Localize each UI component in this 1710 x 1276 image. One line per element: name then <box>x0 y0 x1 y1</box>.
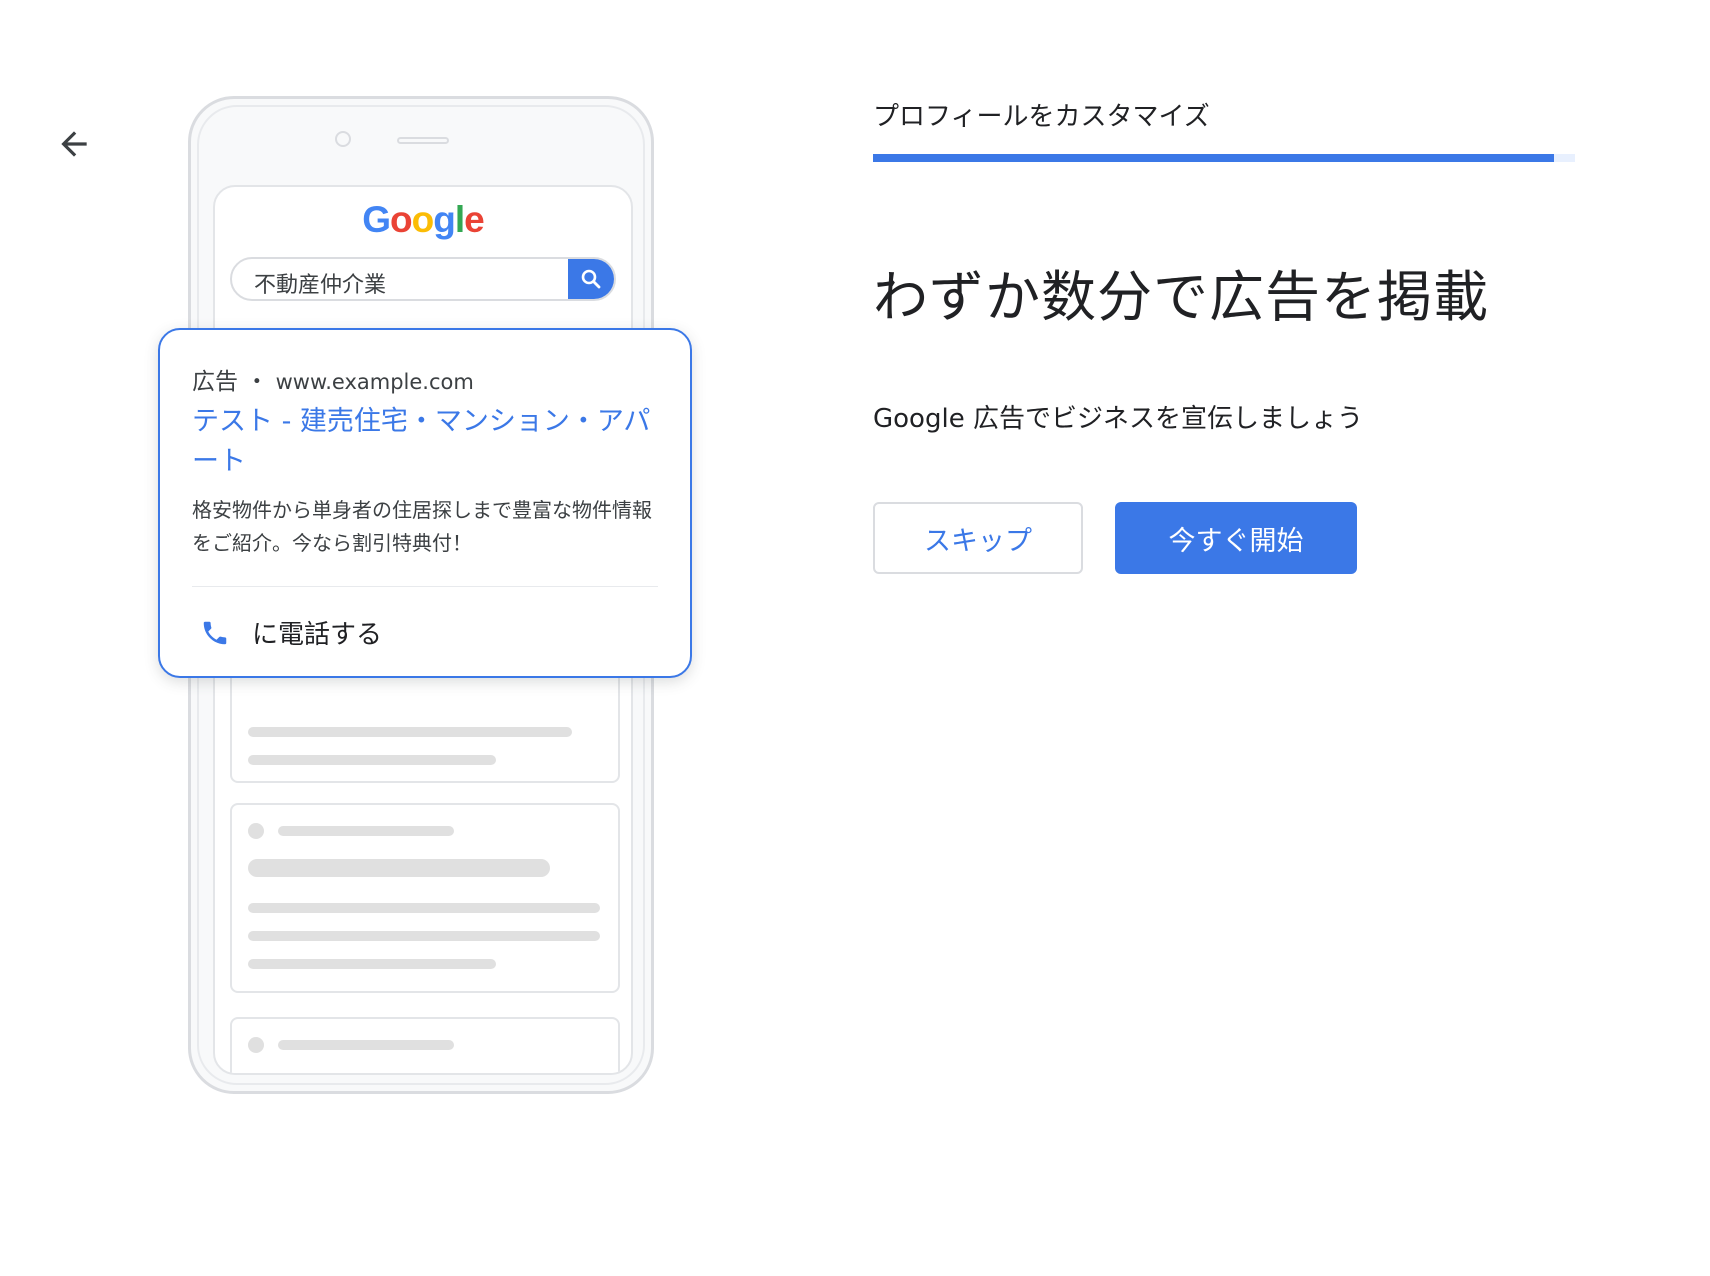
logo-letter: g <box>433 199 456 240</box>
search-query: 不動産仲介業 <box>254 273 387 298</box>
logo-letter: o <box>411 199 435 240</box>
start-now-button[interactable]: 今すぐ開始 <box>1115 502 1357 574</box>
placeholder-line <box>248 1073 550 1075</box>
search-bar[interactable]: 不動産仲介業 <box>230 257 616 301</box>
page-headline: わずか数分で広告を掲載 <box>873 265 1490 329</box>
logo-letter: l <box>454 199 465 240</box>
placeholder-dot <box>248 823 264 839</box>
ad-divider <box>192 586 658 587</box>
progress-bar-fill <box>873 154 1554 162</box>
ad-meta: 広告 ・ www.example.com <box>192 362 474 396</box>
placeholder-line <box>248 959 496 969</box>
ad-preview-card: 広告 ・ www.example.com テスト - 建売住宅・マンション・アパ… <box>158 328 692 678</box>
placeholder-line <box>248 931 600 941</box>
phone-icon <box>203 621 227 644</box>
search-button[interactable] <box>568 259 614 299</box>
search-icon <box>581 269 601 289</box>
ad-separator: ・ <box>245 369 269 395</box>
logo-letter: o <box>390 199 413 240</box>
placeholder-result <box>230 803 620 993</box>
progress-bar <box>873 154 1575 162</box>
phone-speaker <box>397 137 449 144</box>
logo-letter: G <box>362 199 391 240</box>
logo-letter: e <box>464 199 485 240</box>
placeholder-line <box>248 859 550 877</box>
step-title: プロフィールをカスタマイズ <box>873 102 1210 132</box>
skip-button[interactable]: スキップ <box>873 502 1083 574</box>
back-button[interactable] <box>48 118 100 170</box>
google-logo: Google <box>215 199 631 241</box>
placeholder-line <box>248 903 600 913</box>
placeholder-line <box>278 826 454 836</box>
placeholder-dot <box>248 1037 264 1053</box>
ad-url: www.example.com <box>275 370 474 394</box>
ad-call-label: に電話する <box>252 620 383 650</box>
ad-title: テスト - 建売住宅・マンション・アパート <box>192 406 651 477</box>
page-subtext: Google 広告でビジネスを宣伝しましょう <box>873 404 1363 434</box>
placeholder-result <box>230 1017 620 1075</box>
placeholder-line <box>248 755 496 765</box>
arrow-back-icon <box>61 131 87 157</box>
ad-description: 格安物件から単身者の住居探しまで豊富な物件情報をご紹介。今なら割引特典付！ <box>192 498 652 555</box>
ad-label: 広告 <box>192 369 238 395</box>
placeholder-line <box>248 727 572 737</box>
phone-camera <box>335 131 351 147</box>
ad-call-extension: に電話する <box>200 614 382 651</box>
placeholder-line <box>278 1040 454 1050</box>
